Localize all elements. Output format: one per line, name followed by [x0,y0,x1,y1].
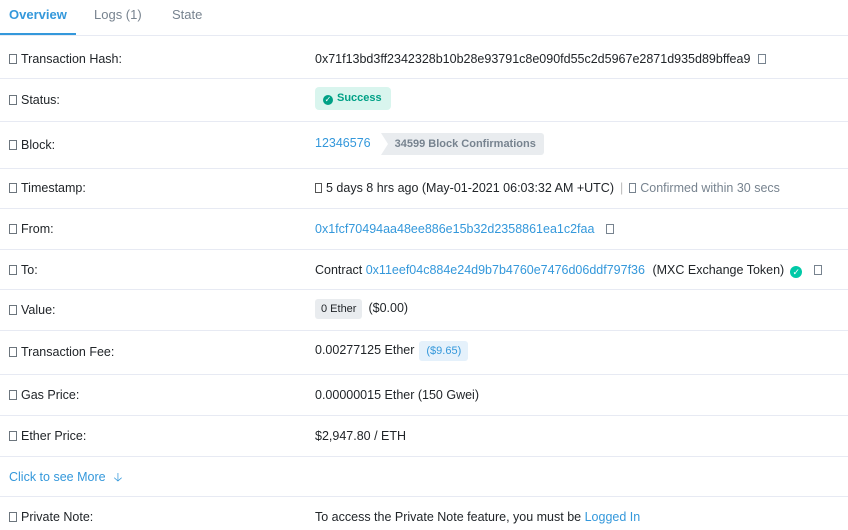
row-see-more [0,457,848,497]
label-to: To: [9,263,38,277]
hourglass-icon [629,183,637,193]
from-address-link[interactable]: 0x1fcf70494aa48ee886e15b32d2358861ea1c2f… [315,222,594,236]
value-private-note: To access the Private Note feature, you … [315,510,641,524]
label-status: Status: [9,93,60,107]
value-transaction-fee: 0.00277125 Ether ($9.65) [315,341,469,361]
to-address-link[interactable]: 0x11eef04c884e24d9b7b4760e7476d06ddf797f… [366,263,645,277]
tab-overview[interactable]: Overview [9,7,67,22]
row-to: To: Contract 0x11eef04c884e24d9b7b4760e7… [0,250,848,290]
token-name: (MXC Exchange Token) [652,263,785,277]
row-from: From: 0x1fcf70494aa48ee886e15b32d2358861… [0,209,848,250]
value-block: 12346576 34599 Block Confirmations [315,133,544,155]
help-icon[interactable] [9,140,17,150]
confirmed-within: Confirmed within 30 secs [629,181,780,195]
check-circle-icon: ✓ [323,95,333,105]
help-icon[interactable] [9,54,17,64]
help-icon[interactable] [9,431,17,441]
help-icon[interactable] [9,95,17,105]
copy-icon[interactable] [606,224,615,234]
label-value: Value: [9,303,56,317]
value-transaction-hash: 0x71f13bd3ff2342328b10b28e93791c8e090fd5… [315,52,767,66]
value-status: ✓ Success [315,87,391,110]
label-transaction-fee: Transaction Fee: [9,345,114,359]
login-link[interactable]: Logged In [585,510,641,524]
clock-icon [315,183,322,193]
help-icon[interactable] [9,512,17,522]
block-confirmations-badge: 34599 Block Confirmations [380,133,544,155]
label-transaction-hash: Transaction Hash: [9,52,122,66]
help-icon[interactable] [9,183,17,193]
help-icon[interactable] [9,305,17,315]
row-gas-price: Gas Price: 0.00000015 Ether (150 Gwei) [0,375,848,416]
verified-check-icon: ✓ [790,266,803,278]
row-private-note: Private Note: To access the Private Note… [0,497,848,530]
label-private-note: Private Note: [9,510,93,524]
row-timestamp: Timestamp: 5 days 8 hrs ago (May-01-2021… [0,169,848,209]
ether-amount-badge: 0 Ether [315,299,363,319]
tab-state[interactable]: State [172,7,202,22]
help-icon[interactable] [9,265,17,275]
row-transaction-hash: Transaction Hash: 0x71f13bd3ff2342328b10… [0,35,848,79]
arrow-down-icon: 🡣 [113,470,123,484]
help-icon[interactable] [9,390,17,400]
label-ether-price: Ether Price: [9,429,86,443]
value-ether-price: $2,947.80 / ETH [315,429,407,443]
row-ether-price: Ether Price: $2,947.80 / ETH [0,416,848,457]
usd-amount: ($0.00) [368,301,409,315]
transaction-hash-text: 0x71f13bd3ff2342328b10b28e93791c8e090fd5… [315,52,751,66]
fee-amount: 0.00277125 Ether [315,343,415,357]
label-from: From: [9,222,54,236]
label-block: Block: [9,138,55,152]
fee-usd-badge: ($9.65) [419,341,469,361]
help-icon[interactable] [9,347,17,357]
label-gas-price: Gas Price: [9,388,79,402]
value-timestamp: 5 days 8 hrs ago (May-01-2021 06:03:32 A… [315,181,780,195]
row-transaction-fee: Transaction Fee: 0.00277125 Ether ($9.65) [0,331,848,375]
separator: | [620,181,624,195]
copy-icon[interactable] [814,265,823,275]
contract-prefix: Contract [315,263,363,277]
row-block: Block: 12346576 34599 Block Confirmations [0,122,848,169]
value-to: Contract 0x11eef04c884e24d9b7b4760e7476d… [315,263,823,278]
status-badge: ✓ Success [315,87,391,110]
tab-bar: Overview Logs (1) State [0,0,848,36]
tab-logs[interactable]: Logs (1) [94,7,142,22]
value-from: 0x1fcf70494aa48ee886e15b32d2358861ea1c2f… [315,222,615,236]
copy-icon[interactable] [758,54,767,64]
value-value: 0 Ether ($0.00) [315,299,408,319]
row-status: Status: ✓ Success [0,79,848,122]
help-icon[interactable] [9,224,17,234]
row-value: Value: 0 Ether ($0.00) [0,290,848,331]
label-timestamp: Timestamp: [9,181,86,195]
value-gas-price: 0.00000015 Ether (150 Gwei) [315,388,479,402]
see-more-link[interactable]: Click to see More 🡣 [9,468,122,489]
block-number-link[interactable]: 12346576 [315,136,371,150]
